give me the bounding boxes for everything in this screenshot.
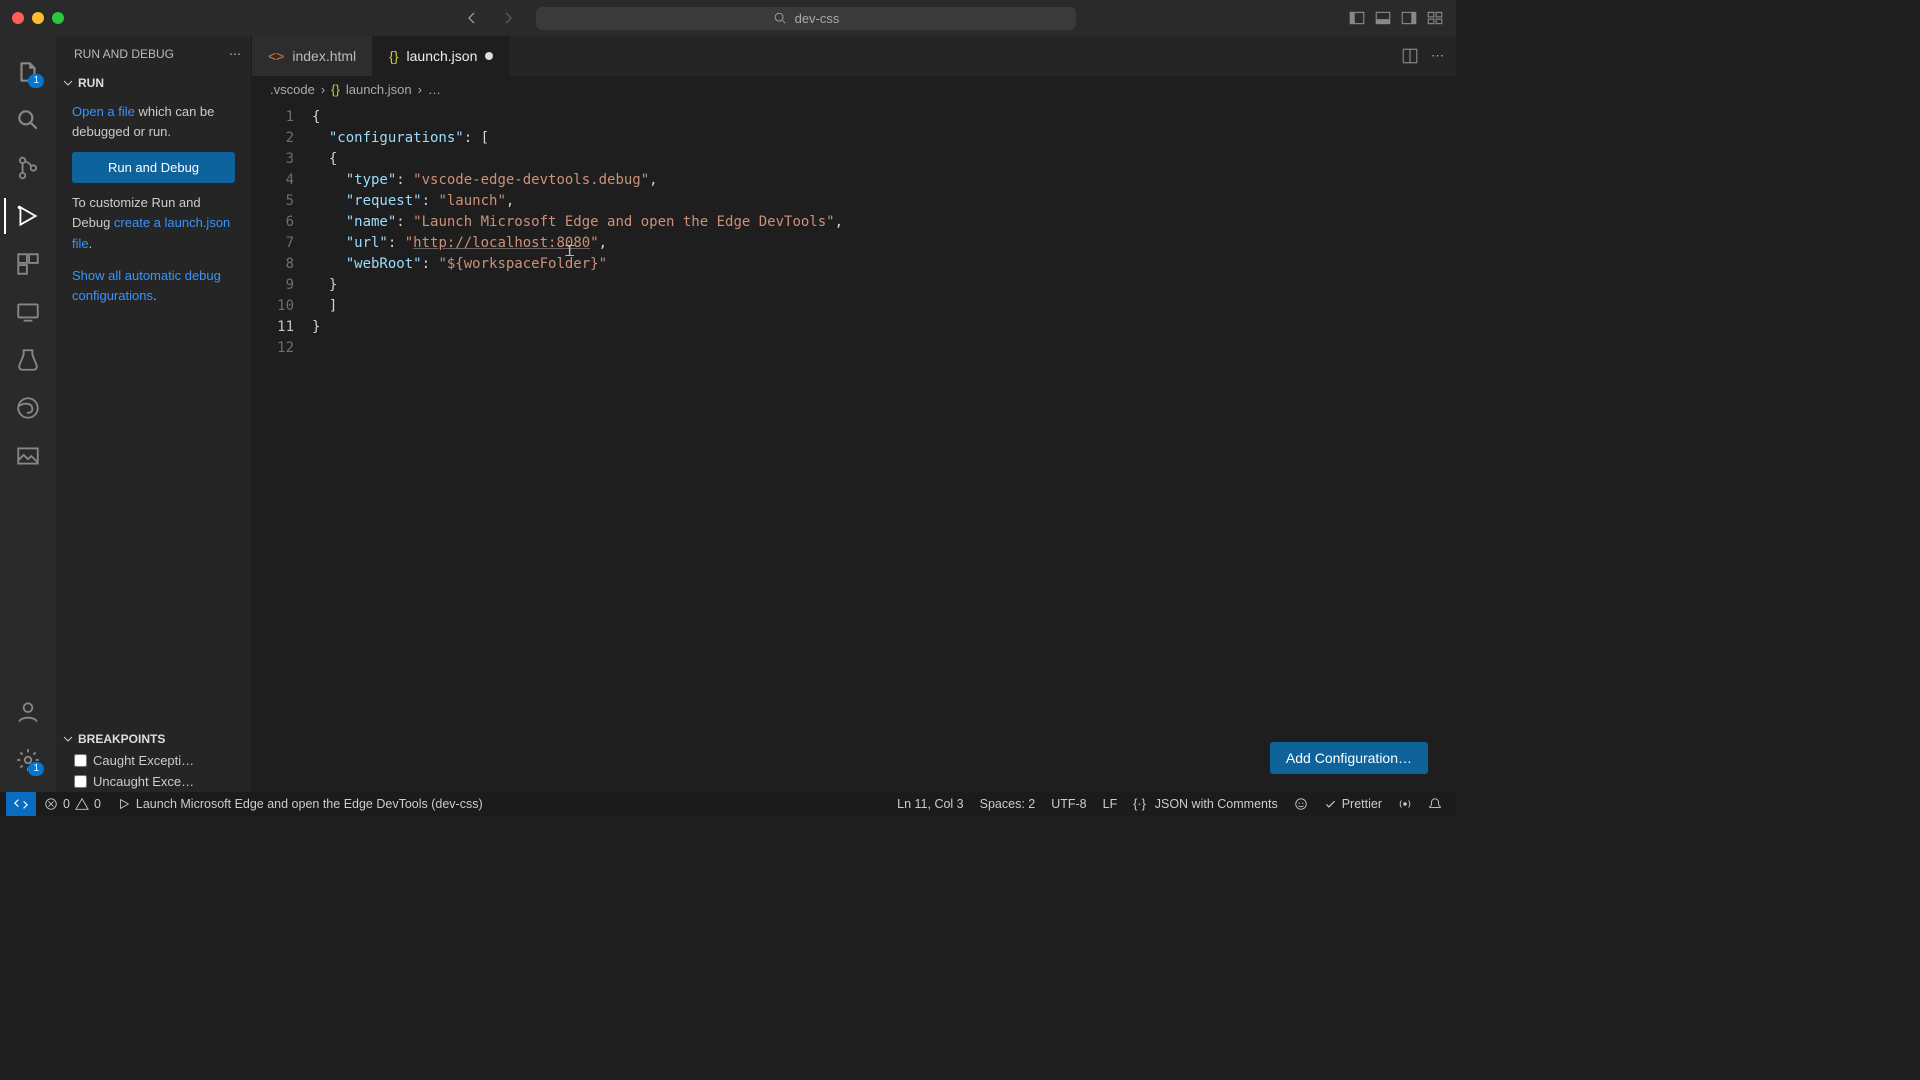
status-prettier[interactable]: Prettier — [1316, 797, 1390, 811]
run-and-debug-button[interactable]: Run and Debug — [72, 152, 235, 183]
minimize-window[interactable] — [32, 12, 44, 24]
activity-testing[interactable] — [4, 336, 52, 384]
activity-image-preview[interactable] — [4, 432, 52, 480]
status-bell-icon[interactable] — [1420, 797, 1450, 811]
settings-badge: 1 — [28, 762, 44, 776]
activity-search[interactable] — [4, 96, 52, 144]
editor-area: <> index.html {} launch.json ⋯ .vscode ›… — [252, 36, 1456, 792]
breadcrumb-file[interactable]: launch.json — [346, 82, 412, 97]
explorer-badge: 1 — [28, 74, 44, 88]
project-name: dev-css — [795, 11, 840, 26]
command-center[interactable]: dev-css — [536, 7, 1076, 30]
status-language[interactable]: {·}JSON with Comments — [1125, 797, 1285, 811]
show-auto-hint: Show all automatic debug configurations. — [72, 266, 235, 306]
chevron-down-icon — [62, 77, 74, 89]
customize-hint: To customize Run and Debug create a laun… — [72, 193, 235, 253]
editor-tabs: <> index.html {} launch.json ⋯ — [252, 36, 1456, 76]
chevron-down-icon — [62, 733, 74, 745]
activity-accounts[interactable] — [4, 688, 52, 736]
status-encoding[interactable]: UTF-8 — [1043, 797, 1094, 811]
titlebar: dev-css — [0, 0, 1456, 36]
status-indent[interactable]: Spaces: 2 — [972, 797, 1044, 811]
unsaved-indicator-icon — [485, 52, 493, 60]
chevron-right-icon: › — [418, 82, 422, 97]
debug-icon — [117, 797, 131, 811]
status-problems[interactable]: 0 0 — [36, 797, 109, 811]
activity-run-debug[interactable] — [4, 192, 52, 240]
activity-source-control[interactable] — [4, 144, 52, 192]
tab-launch-json[interactable]: {} launch.json — [373, 36, 510, 76]
status-ln-col[interactable]: Ln 11, Col 3 — [889, 797, 971, 811]
breakpoints-section-header[interactable]: BREAKPOINTS — [56, 728, 251, 750]
open-file-hint: Open a file which can be debugged or run… — [72, 102, 235, 142]
statusbar: 0 0 Launch Microsoft Edge and open the E… — [0, 792, 1456, 816]
nav-forward[interactable] — [500, 10, 516, 26]
layout-panel-icon[interactable] — [1374, 9, 1392, 27]
layout-sidebar-right-icon[interactable] — [1400, 9, 1418, 27]
show-auto-configs-link[interactable]: Show all automatic debug configurations — [72, 268, 221, 303]
activity-edge[interactable] — [4, 384, 52, 432]
error-icon — [44, 797, 58, 811]
json-file-icon: {} — [331, 82, 340, 97]
bp-checkbox[interactable] — [74, 754, 87, 767]
status-live-icon[interactable] — [1390, 797, 1420, 811]
sidebar: RUN AND DEBUG ⋯ RUN Open a file which ca… — [56, 36, 252, 792]
sidebar-more-icon[interactable]: ⋯ — [229, 47, 241, 61]
open-file-link[interactable]: Open a file — [72, 104, 135, 119]
code-editor[interactable]: 123456789101112 { "configurations": [ { … — [252, 103, 1456, 792]
warning-icon — [75, 797, 89, 811]
activity-explorer[interactable]: 1 — [4, 48, 52, 96]
html-file-icon: <> — [268, 48, 284, 64]
tab-index-html[interactable]: <> index.html — [252, 36, 373, 76]
breadcrumb[interactable]: .vscode › {} launch.json › … — [252, 76, 1456, 103]
split-editor-icon[interactable] — [1401, 47, 1419, 65]
breakpoint-caught-exceptions[interactable]: Caught Excepti… — [56, 750, 251, 771]
nav-back[interactable] — [464, 10, 480, 26]
close-window[interactable] — [12, 12, 24, 24]
status-eol[interactable]: LF — [1095, 797, 1126, 811]
status-feedback-icon[interactable] — [1286, 797, 1316, 811]
activity-extensions[interactable] — [4, 240, 52, 288]
layout-sidebar-left-icon[interactable] — [1348, 9, 1366, 27]
activity-bar: 1 1 — [0, 36, 56, 792]
remote-indicator[interactable] — [6, 792, 36, 816]
window-controls — [12, 12, 64, 24]
more-actions-icon[interactable]: ⋯ — [1431, 48, 1444, 64]
breadcrumb-folder[interactable]: .vscode — [270, 82, 315, 97]
activity-settings[interactable]: 1 — [4, 736, 52, 784]
bp-checkbox[interactable] — [74, 775, 87, 788]
line-gutter: 123456789101112 — [252, 103, 312, 792]
code-content[interactable]: { "configurations": [ { "type": "vscode-… — [312, 103, 843, 792]
json-file-icon: {} — [389, 48, 398, 64]
breakpoint-uncaught-exceptions[interactable]: Uncaught Exce… — [56, 771, 251, 792]
layout-customize-icon[interactable] — [1426, 9, 1444, 27]
add-configuration-button[interactable]: Add Configuration… — [1270, 742, 1428, 774]
status-debug-target[interactable]: Launch Microsoft Edge and open the Edge … — [109, 797, 491, 811]
sidebar-title: RUN AND DEBUG — [74, 47, 174, 61]
run-section-header[interactable]: RUN — [56, 72, 251, 94]
search-icon — [773, 11, 787, 25]
activity-remote[interactable] — [4, 288, 52, 336]
breadcrumb-symbol[interactable]: … — [428, 82, 441, 97]
check-icon — [1324, 798, 1337, 811]
maximize-window[interactable] — [52, 12, 64, 24]
chevron-right-icon: › — [321, 82, 325, 97]
